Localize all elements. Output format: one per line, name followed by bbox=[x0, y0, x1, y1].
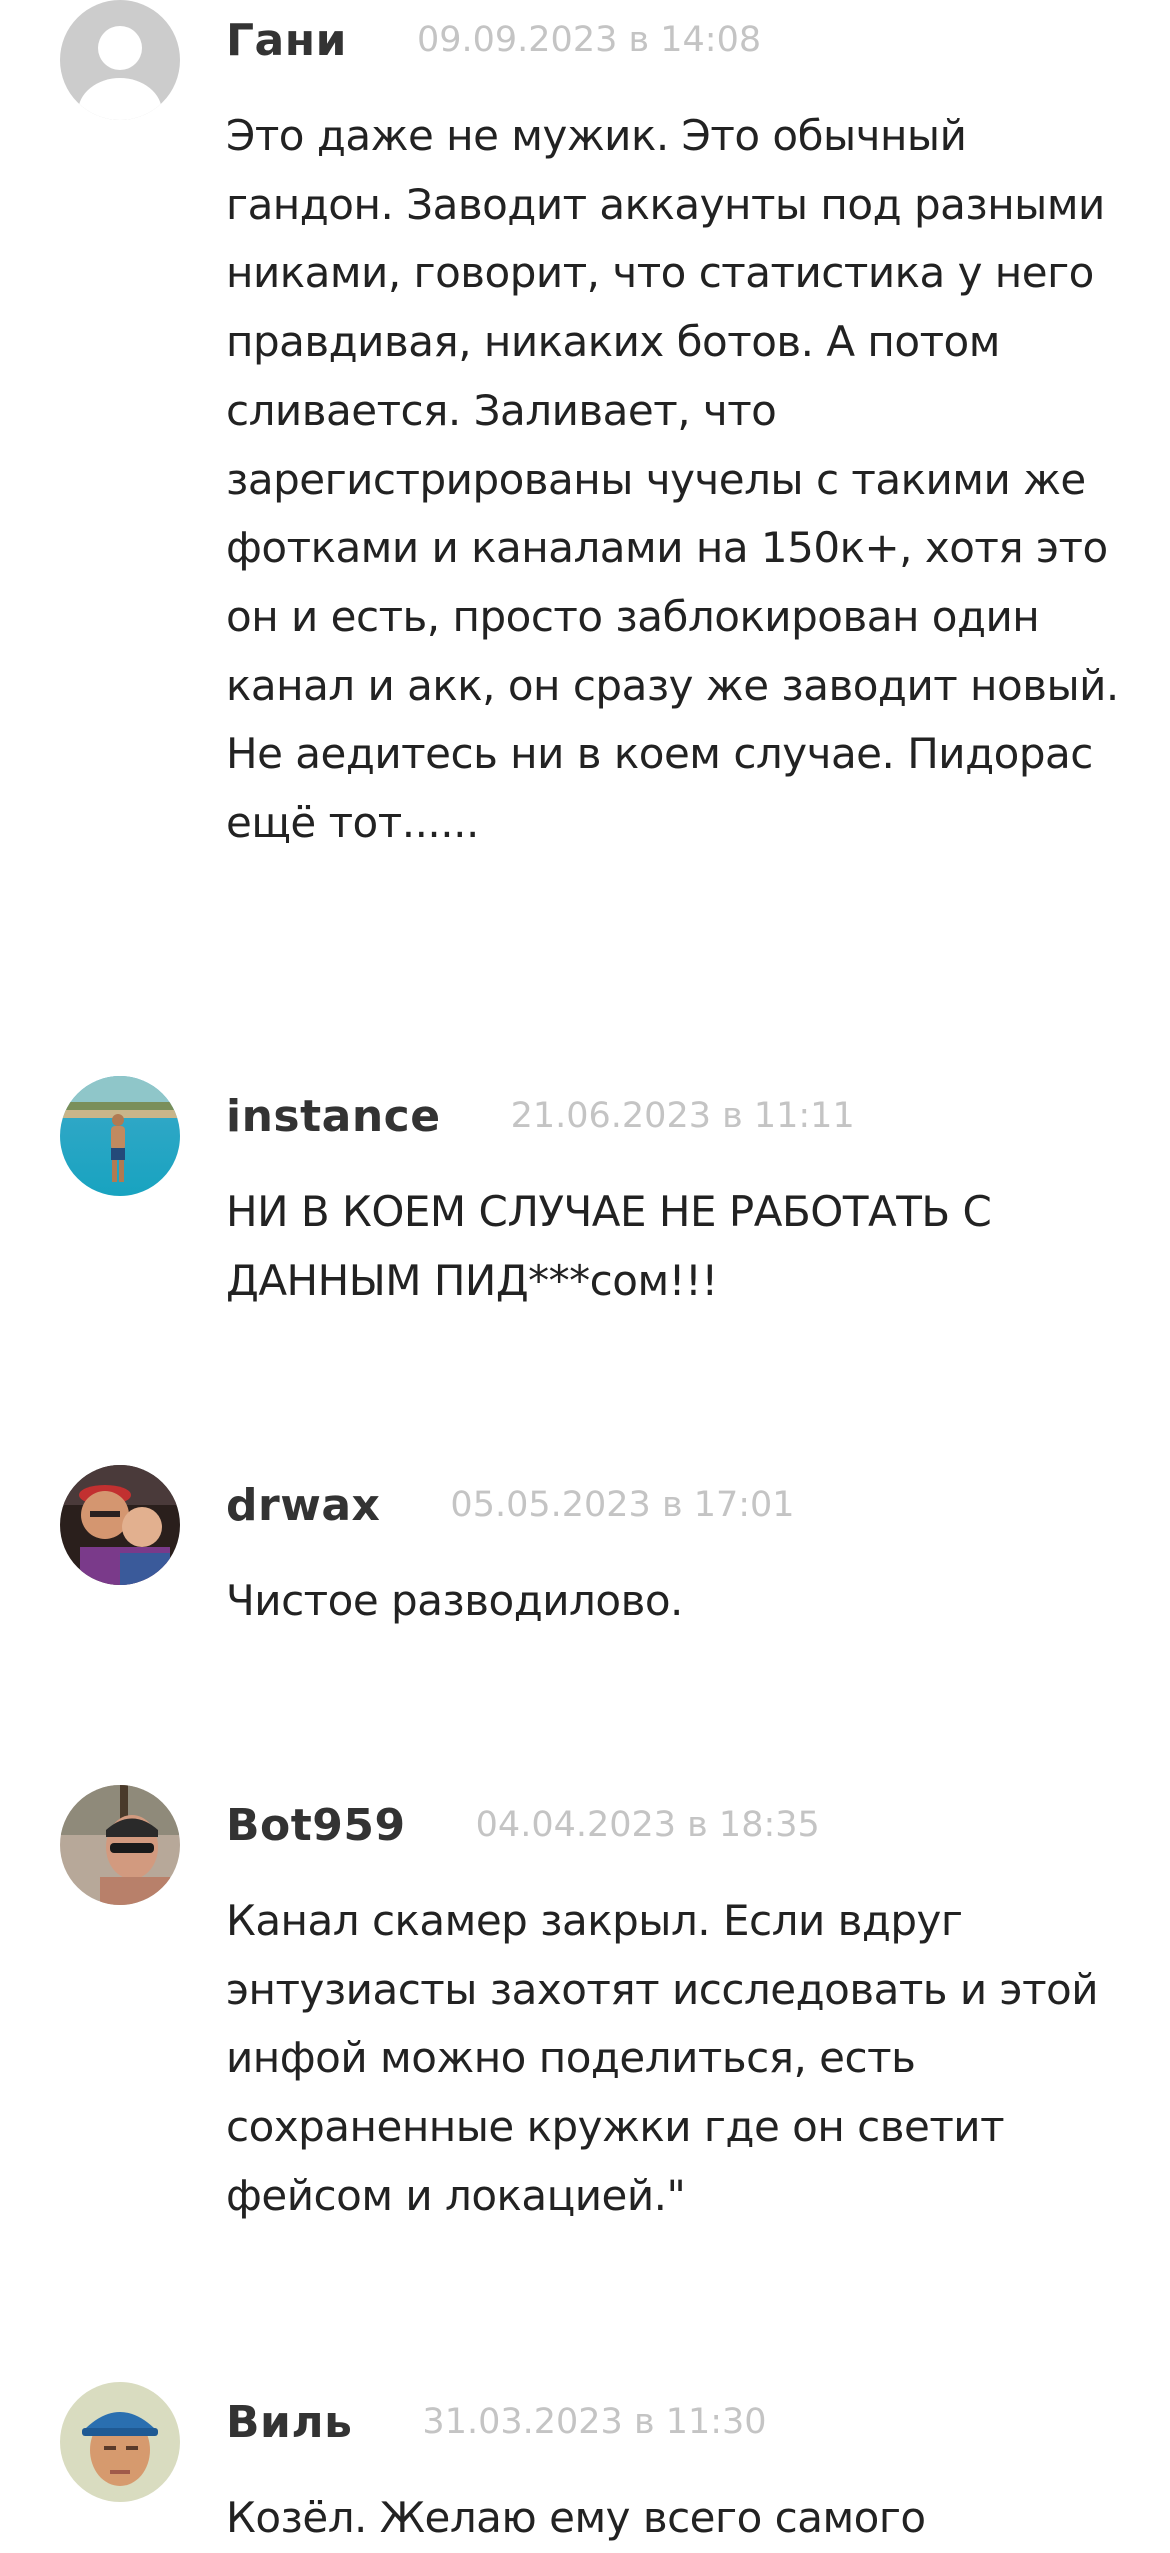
comment-meta: Виль 31.03.2023 в 11:30 bbox=[226, 2382, 767, 2462]
comment-text: Козёл. Желаю ему всего самого bbox=[226, 2493, 926, 2542]
comment-date: 05.05.2023 в 17:01 bbox=[450, 1485, 795, 1525]
avatar-placeholder[interactable] bbox=[60, 0, 180, 120]
comment-meta: drwax 05.05.2023 в 17:01 bbox=[226, 1465, 795, 1545]
comment-text: Чистое разводилово. bbox=[226, 1576, 683, 1625]
comment-author[interactable]: Виль bbox=[226, 2397, 352, 2448]
comment-date: 04.04.2023 в 18:35 bbox=[475, 1805, 820, 1845]
comment-date: 31.03.2023 в 11:30 bbox=[422, 2402, 767, 2442]
avatar-photo-image bbox=[60, 1785, 180, 1905]
avatar-photo-image bbox=[60, 1076, 180, 1196]
comment-text: Канал скамер закрыл. Если вдруг энтузиас… bbox=[226, 1896, 1099, 2220]
comment-meta: instance 21.06.2023 в 11:11 bbox=[226, 1076, 855, 1156]
avatar[interactable] bbox=[60, 1785, 180, 1905]
comment-author[interactable]: instance bbox=[226, 1091, 441, 1142]
comment-text: НИ В КОЕМ СЛУЧАЕ НЕ РАБОТАТЬ С ДАННЫМ ПИ… bbox=[226, 1187, 992, 1305]
comment-date: 09.09.2023 в 14:08 bbox=[416, 20, 762, 60]
avatar[interactable] bbox=[60, 1465, 180, 1585]
avatar-photo-image bbox=[60, 1465, 180, 1585]
comment-meta: Bot959 04.04.2023 в 18:35 bbox=[226, 1785, 820, 1865]
user-placeholder-icon bbox=[60, 0, 180, 120]
comment-author[interactable]: Bot959 bbox=[226, 1800, 406, 1851]
avatar-photo-image bbox=[60, 2382, 180, 2502]
comment-meta: Гани 09.09.2023 в 14:08 bbox=[226, 0, 761, 80]
comment-author[interactable]: drwax bbox=[226, 1480, 380, 1531]
comment-author[interactable]: Гани bbox=[226, 15, 347, 66]
comment-text: Это даже не мужик. Это обычный гандон. З… bbox=[226, 111, 1119, 848]
avatar[interactable] bbox=[60, 2382, 180, 2502]
comment-date: 21.06.2023 в 11:11 bbox=[510, 1096, 855, 1136]
avatar[interactable] bbox=[60, 1076, 180, 1196]
